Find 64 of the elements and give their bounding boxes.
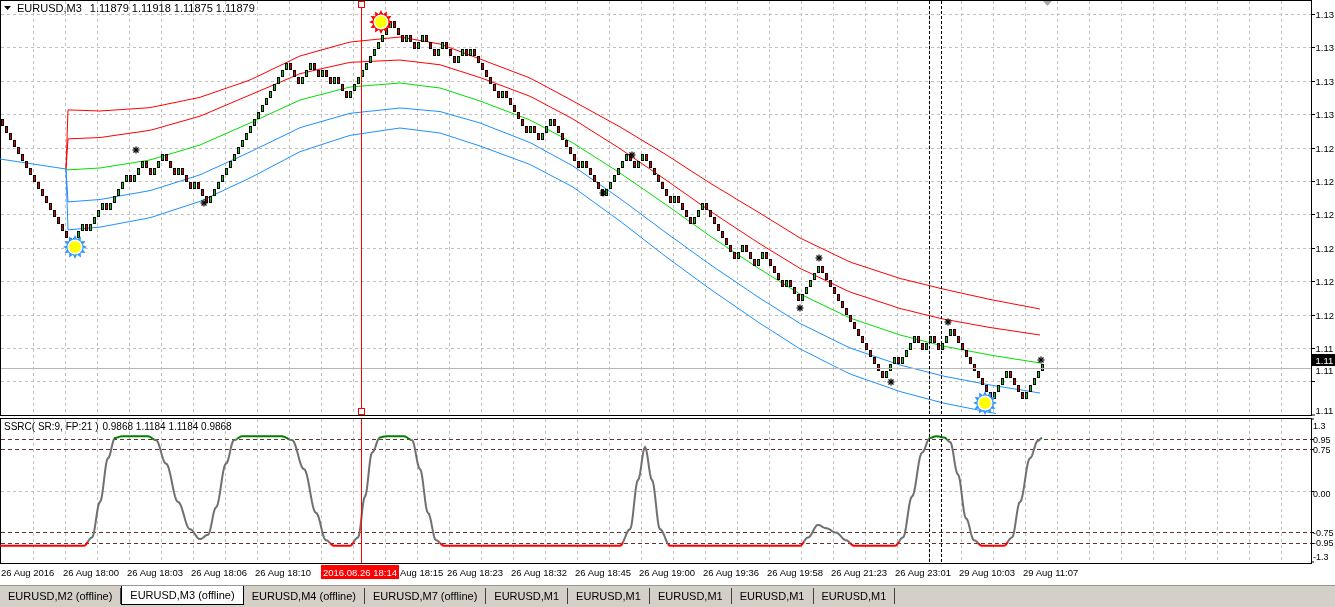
price-axis-label: 1.13 bbox=[1315, 42, 1334, 54]
sun-icon bbox=[369, 10, 393, 34]
asterisk-icon bbox=[598, 188, 608, 198]
asterisk-icon bbox=[131, 145, 141, 155]
time-axis-label: 26 Aug 2016 bbox=[1, 566, 55, 578]
time-axis-label: 26 Aug 19:00 bbox=[639, 566, 695, 578]
time-axis-label: 26 Aug 21:23 bbox=[831, 566, 887, 578]
time-axis-label: 26 Aug 18:03 bbox=[127, 566, 183, 578]
chart-tab[interactable]: EURUSD,M1 bbox=[486, 588, 569, 604]
chart-symbol-label: EURUSD,M3 bbox=[17, 2, 82, 14]
price-axis-label: 1.11 bbox=[1315, 365, 1334, 377]
chart-tab[interactable]: EURUSD,M7 (offline) bbox=[365, 588, 487, 604]
chart-tab[interactable]: EURUSD,M1 bbox=[731, 588, 814, 604]
chart-tab[interactable]: EURUSD,M1 bbox=[649, 588, 732, 604]
cursor-time-label: 2016.08.26 18:14 bbox=[321, 565, 399, 579]
price-axis-label: 1.13 bbox=[1315, 9, 1334, 21]
indicator-axis-label: 0.95 bbox=[1313, 435, 1331, 446]
price-axis-label: 1.11 bbox=[1315, 343, 1334, 355]
time-axis-label: 26 Aug 18:32 bbox=[511, 566, 567, 578]
time-axis-label: 29 Aug 11:07 bbox=[1023, 566, 1079, 578]
price-axis-label: 1.13 bbox=[1315, 76, 1334, 88]
price-axis-label: 1.12 bbox=[1315, 176, 1334, 188]
asterisk-icon bbox=[814, 253, 824, 263]
time-axis-label: 26 Aug 18:45 bbox=[575, 566, 631, 578]
indicator-axis-label: -1.3 bbox=[1313, 552, 1329, 563]
time-axis-label: 26 Aug 23:01 bbox=[895, 566, 951, 578]
indicator-axis-label: -0.95 bbox=[1313, 538, 1334, 549]
ohlc-values: 1.11879 1.11918 1.11875 1.11879 bbox=[89, 2, 255, 14]
asterisk-icon bbox=[943, 317, 953, 327]
asterisk-icon bbox=[795, 303, 805, 313]
current-price-label: 1.11 bbox=[1312, 354, 1335, 366]
time-axis-label: 26 Aug 18:23 bbox=[447, 566, 503, 578]
time-axis-label: 26 Aug 18:00 bbox=[63, 566, 119, 578]
asterisk-icon bbox=[886, 377, 896, 387]
price-axis-label: 1.12 bbox=[1315, 310, 1334, 322]
time-axis-label: 26 Aug 18:10 bbox=[255, 566, 311, 578]
chart-tab[interactable]: EURUSD,M1 bbox=[568, 588, 650, 604]
indicator-axis-label: 1.3 bbox=[1313, 421, 1326, 432]
indicator-name-label: SSRC( SR:9, FP:21 ) bbox=[4, 421, 99, 432]
price-axis-label: 1.11 bbox=[1315, 405, 1334, 417]
sun-icon bbox=[973, 391, 997, 415]
time-axis-label: 26 Aug 19:58 bbox=[767, 566, 823, 578]
time-axis-label: 26 Aug 18:06 bbox=[191, 566, 247, 578]
indicator-axis-label: 0.75 bbox=[1313, 445, 1331, 456]
dropdown-triangle-icon bbox=[4, 6, 11, 10]
indicator-values: 0.9868 1.1184 1.1184 0.9868 bbox=[102, 421, 232, 432]
indicator-axis-label: 0.00 bbox=[1313, 489, 1331, 500]
asterisk-icon bbox=[627, 150, 637, 160]
time-axis-label: 26 Aug 19:36 bbox=[703, 566, 759, 578]
chart-tab[interactable]: EURUSD,M4 (offline) bbox=[243, 588, 365, 604]
time-axis-label: 29 Aug 10:03 bbox=[959, 566, 1015, 578]
chart-tab[interactable]: EURUSD,M1 bbox=[813, 588, 896, 604]
price-axis-label: 1.12 bbox=[1315, 243, 1334, 255]
chart-tab[interactable]: EURUSD,M3 (offline) bbox=[121, 586, 244, 605]
triangle-icon bbox=[1043, 1, 1052, 6]
sun-icon bbox=[63, 235, 87, 259]
price-axis-label: 1.13 bbox=[1315, 109, 1334, 121]
indicator-axis-label: -0.75 bbox=[1313, 528, 1334, 539]
time-axis-label: Aug 18:15 bbox=[400, 566, 444, 578]
price-axis-label: 1.12 bbox=[1315, 276, 1334, 288]
asterisk-icon bbox=[199, 198, 209, 208]
asterisk-icon bbox=[1036, 355, 1046, 365]
price-axis-label: 1.12 bbox=[1315, 143, 1334, 155]
price-axis-label: 1.12 bbox=[1315, 209, 1334, 221]
